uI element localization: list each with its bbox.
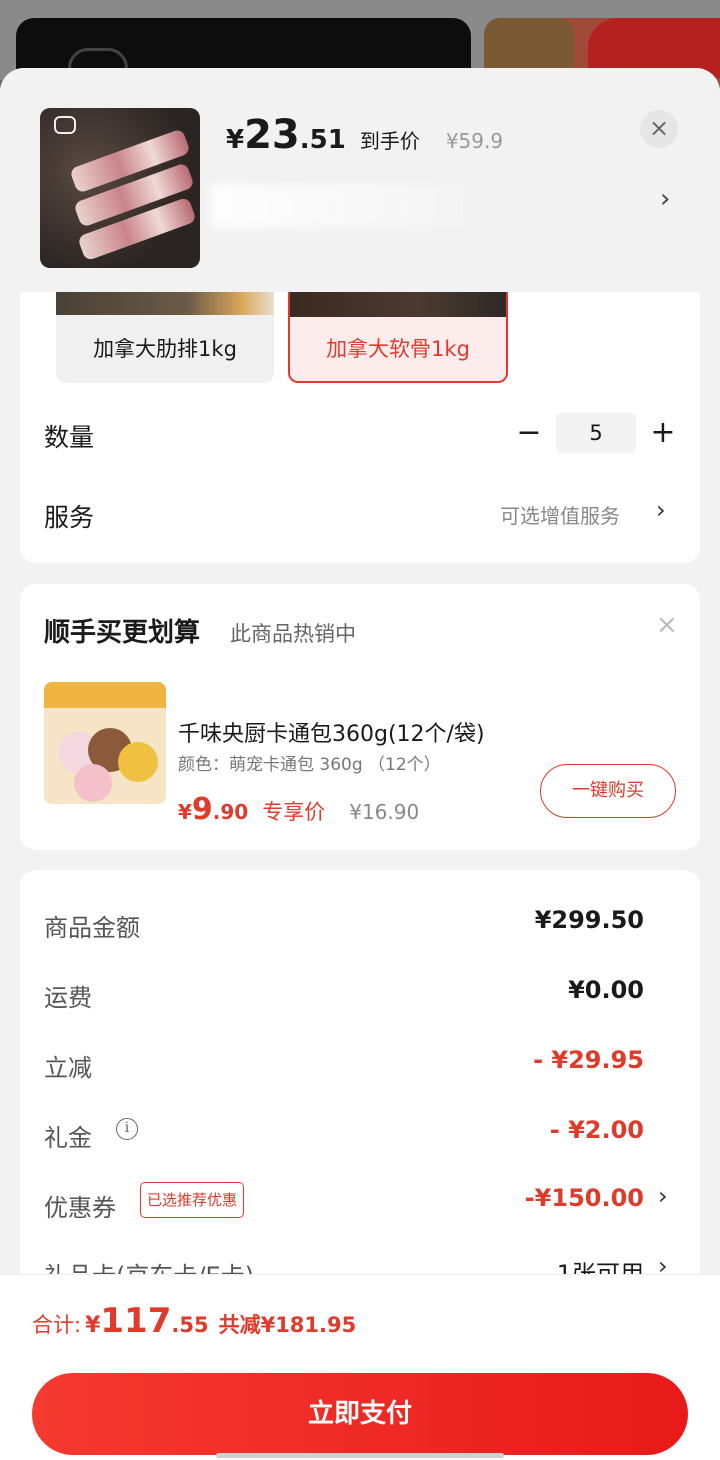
total-decimal: .55	[171, 1313, 209, 1337]
checkout-bar: 合计: ¥ 117 .55 共减¥181.95 立即支付	[0, 1274, 720, 1460]
blurred-title	[210, 184, 470, 228]
purchase-sheet: 加拿大肋排1kg 加拿大软骨1kg 数量 − 5 + 服务 可选增值服务 › ¥…	[0, 68, 720, 1460]
quantity-decrease-button[interactable]: −	[514, 417, 544, 451]
summary-label-shipping: 运费	[44, 984, 92, 1012]
summary-value-gift-money: - ¥2.00	[549, 1116, 644, 1144]
order-total: 合计: ¥ 117 .55 共减¥181.95	[32, 1301, 356, 1341]
upsell-price-decimal: .90	[212, 800, 249, 824]
upsell-image-banner	[44, 682, 166, 708]
summary-value-discount: - ¥29.95	[533, 1046, 644, 1074]
summary-label-coupon: 优惠券	[44, 1194, 116, 1222]
bun-shape	[74, 764, 112, 802]
upsell-price-currency: ¥	[178, 800, 192, 824]
summary-value-subtotal: ¥299.50	[534, 906, 644, 934]
upsell-price-integer: 9	[191, 792, 213, 827]
order-summary-card: 商品金额 ¥299.50 运费 ¥0.00 立减 - ¥29.95 礼金 i -…	[20, 870, 700, 1290]
service-label: 服务	[44, 503, 95, 532]
quantity-increase-button[interactable]: +	[648, 417, 678, 451]
upsell-price-tag: 专享价	[262, 800, 326, 824]
brand-logo-icon	[54, 116, 76, 134]
product-price: ¥ 23 .51 到手价 ¥59.9	[226, 112, 503, 158]
price-currency: ¥	[226, 125, 245, 155]
upsell-price: ¥ 9 .90 专享价 ¥16.90	[178, 792, 419, 827]
close-icon[interactable]: ×	[640, 110, 678, 148]
summary-label-subtotal: 商品金额	[44, 914, 140, 942]
bun-shape	[118, 742, 158, 782]
total-label: 合计:	[32, 1313, 82, 1337]
upsell-product-image	[44, 682, 166, 804]
upsell-card: 顺手买更划算 此商品热销中 × 千味央厨卡通包360g(12个/袋) 颜色：萌宠…	[20, 584, 700, 850]
one-click-buy-button[interactable]: 一键购买	[540, 764, 676, 818]
service-chevron-icon[interactable]: ›	[656, 496, 666, 524]
pay-now-button[interactable]: 立即支付	[32, 1373, 688, 1455]
coupon-recommended-tag: 已选推荐优惠	[140, 1182, 245, 1218]
summary-label-discount: 立减	[44, 1054, 92, 1082]
upsell-subtitle: 此商品热销中	[230, 622, 356, 646]
total-currency: ¥	[85, 1313, 101, 1338]
service-value[interactable]: 可选增值服务	[500, 500, 620, 529]
upsell-close-icon[interactable]: ×	[656, 610, 678, 640]
total-integer: 117	[100, 1301, 172, 1341]
total-saved: 共减¥181.95	[218, 1313, 357, 1337]
quantity-label: 数量	[44, 423, 95, 452]
upsell-item-spec: 颜色：萌宠卡通包 360g （12个）	[178, 755, 441, 775]
options-card: 加拿大肋排1kg 加拿大软骨1kg 数量 − 5 + 服务 可选增值服务 ›	[20, 268, 700, 563]
quantity-input[interactable]: 5	[556, 413, 636, 453]
upsell-item-name[interactable]: 千味央厨卡通包360g(12个/袋)	[178, 716, 485, 748]
price-decimal: .51	[299, 125, 346, 155]
price-label: 到手价	[359, 129, 420, 153]
summary-label-gift-money: 礼金	[44, 1124, 92, 1152]
upsell-title: 顺手买更划算	[44, 618, 201, 648]
coupon-chevron-icon[interactable]: ›	[658, 1182, 668, 1210]
product-detail-chevron-icon[interactable]: ›	[660, 184, 670, 214]
product-image	[40, 108, 200, 268]
price-integer: 23	[244, 112, 300, 158]
variant-label: 加拿大肋排1kg	[93, 337, 237, 361]
summary-value-coupon[interactable]: -¥150.00	[525, 1184, 644, 1212]
original-price: ¥59.9	[445, 129, 504, 153]
variant-label: 加拿大软骨1kg	[326, 337, 470, 361]
info-icon[interactable]: i	[116, 1118, 138, 1140]
summary-value-shipping: ¥0.00	[568, 976, 644, 1004]
home-indicator[interactable]	[216, 1453, 504, 1458]
product-header: ¥ 23 .51 到手价 ¥59.9 × ›	[0, 68, 720, 292]
upsell-original-price: ¥16.90	[349, 800, 420, 824]
